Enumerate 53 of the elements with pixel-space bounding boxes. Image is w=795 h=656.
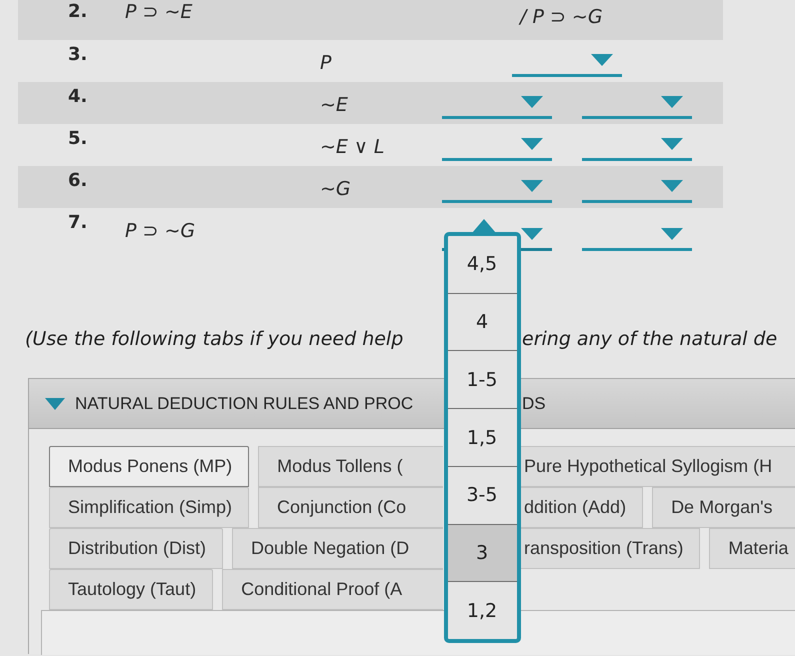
instruction-text: ering any of the natural de	[522, 328, 778, 352]
caret-icon	[660, 138, 682, 150]
dropdown-field[interactable]	[582, 225, 692, 251]
formula-text: P ⊃ ~G	[125, 220, 196, 242]
formula-text: P ⊃ ~E	[125, 1, 192, 23]
dropdown-field[interactable]	[442, 93, 552, 119]
line-number: 2.	[68, 1, 88, 22]
dropdown-option[interactable]: 1-5	[448, 350, 516, 408]
dropdown-field[interactable]	[582, 135, 692, 161]
tab[interactable]: Simplification (Simp)	[49, 487, 250, 528]
line-number: 6.	[68, 170, 88, 191]
caret-icon	[520, 96, 542, 108]
tab[interactable]: Conjunction (Co	[258, 487, 443, 528]
caret-icon	[660, 228, 682, 240]
conclusion-text: / P ⊃ ~G	[520, 6, 603, 28]
formula-text: P	[320, 52, 332, 74]
tab[interactable]: Modus Tollens (	[258, 446, 443, 487]
dropdown-field[interactable]	[512, 51, 622, 77]
line-number: 5.	[68, 128, 88, 149]
header-text: NATURAL DEDUCTION RULES AND PROC	[75, 394, 414, 414]
tab[interactable]: Conditional Proof (A	[222, 569, 443, 610]
tab[interactable]: ddition (Add)	[520, 487, 644, 528]
caret-icon	[520, 138, 542, 150]
caret-icon	[660, 180, 682, 192]
dropdown-field[interactable]	[582, 93, 692, 119]
formula-text: ~E	[320, 94, 348, 116]
caret-icon	[520, 228, 542, 240]
dropdown-option[interactable]: 4	[448, 292, 516, 350]
dropdown-field[interactable]	[442, 135, 552, 161]
tab[interactable]: Pure Hypothetical Syllogism (H	[520, 446, 795, 487]
caret-icon	[590, 54, 612, 66]
tab[interactable]: De Morgan's	[652, 487, 795, 528]
line-number: 7.	[68, 212, 88, 233]
caret-icon	[660, 96, 682, 108]
dropdown-option[interactable]: 1,2	[448, 581, 516, 640]
tab[interactable]: Tautology (Taut)	[49, 569, 214, 610]
line-number: 3.	[68, 44, 88, 65]
dropdown-option[interactable]: 3	[448, 524, 516, 582]
caret-icon	[520, 180, 542, 192]
instruction-text: (Use the following tabs if you need help	[25, 328, 404, 352]
dropdown-field[interactable]	[582, 177, 692, 203]
header-text: DS	[522, 394, 546, 414]
formula-text: ~E ∨ L	[320, 136, 384, 158]
dropdown-field[interactable]	[442, 177, 552, 203]
tab[interactable]: Modus Ponens (MP)	[49, 446, 250, 487]
tab[interactable]: Materia	[709, 528, 795, 569]
dropdown-option[interactable]: 4,5	[448, 236, 516, 293]
tab[interactable]: Double Negation (D	[232, 528, 443, 569]
formula-text: ~G	[320, 178, 351, 200]
dropdown-option[interactable]: 1,5	[448, 408, 516, 466]
line-number: 4.	[68, 86, 88, 107]
tab[interactable]: ransposition (Trans)	[520, 528, 700, 569]
tab[interactable]: Distribution (Dist)	[49, 528, 224, 569]
